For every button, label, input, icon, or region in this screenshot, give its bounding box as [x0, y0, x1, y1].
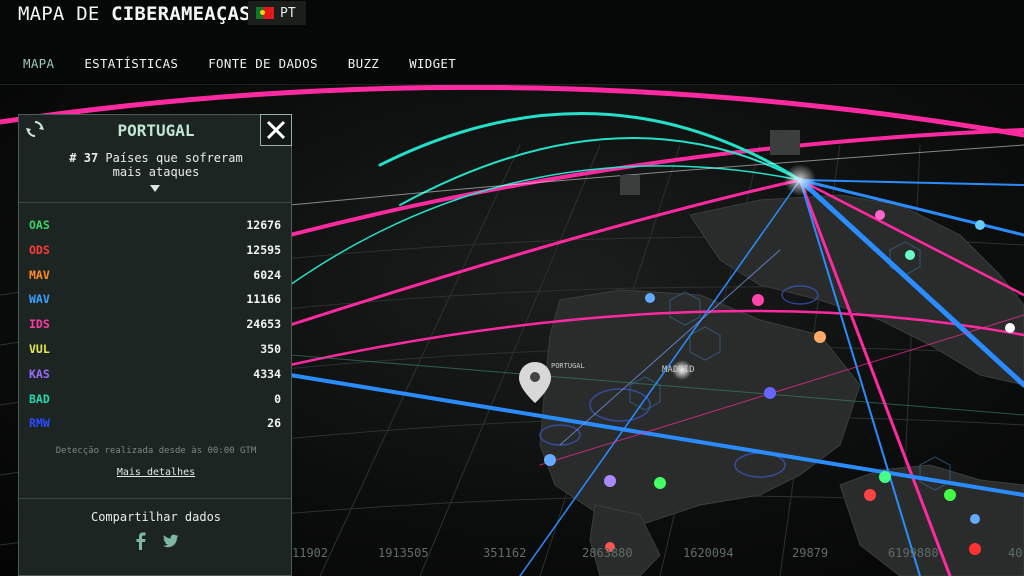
country-info-panel: PORTUGAL # 37 Países que sofreram mais a… — [18, 114, 292, 576]
stat-row-ods[interactable]: ODS 12595 — [29, 243, 281, 268]
detection-note: Detecção realizada desde às 00:00 GTM — [55, 446, 257, 456]
main-nav: MAPA ESTATÍSTICAS FONTE DE DADOS BUZZ WI… — [0, 42, 1024, 85]
nav-item-fonte-de-dados[interactable]: FONTE DE DADOS — [208, 56, 318, 71]
stat-value: 12595 — [246, 242, 281, 257]
ticker-number: 40 — [1008, 546, 1023, 560]
ticker-number: 351162 — [483, 546, 527, 560]
stat-value: 26 — [267, 416, 281, 431]
language-selector[interactable]: PT — [248, 1, 306, 25]
ticker-number: 2863880 — [582, 546, 633, 560]
ticker-number: 29879 — [792, 546, 829, 560]
stat-label: VUL — [29, 341, 50, 356]
top-bar: MAPA DE CIBERAMEAÇAS PT — [0, 0, 1024, 43]
twitter-icon[interactable] — [163, 532, 179, 550]
stat-label: KAS — [29, 366, 50, 381]
close-icon — [266, 120, 286, 140]
stat-value: 350 — [260, 341, 281, 356]
stat-label: WAV — [29, 292, 50, 307]
title-prefix: MAPA DE — [18, 3, 112, 25]
stat-row-oas[interactable]: OAS 12676 — [29, 218, 281, 243]
rank-text: Países que sofreram mais ataques — [105, 151, 243, 179]
ticker-number: 6199880 — [888, 546, 939, 560]
ticker-number: 1913505 — [378, 546, 429, 560]
attack-stats-list: OAS 12676 ODS 12595 MAV 6024 WAV 11166 I… — [29, 218, 281, 441]
stat-label: OAS — [29, 218, 50, 232]
nav-item-buzz[interactable]: BUZZ — [348, 56, 379, 71]
stat-row-ids[interactable]: IDS 24653 — [29, 317, 281, 342]
close-button[interactable] — [260, 114, 292, 146]
facebook-icon[interactable] — [133, 532, 149, 550]
ticker-number: 1620094 — [683, 546, 734, 560]
stat-value: 11166 — [246, 292, 281, 307]
stat-value: 4334 — [253, 366, 281, 381]
share-title: Compartilhar dados — [90, 510, 222, 524]
map-label-madrid: MADRID — [662, 365, 695, 375]
app-title: MAPA DE CIBERAMEAÇAS — [18, 3, 251, 25]
stat-value: 6024 — [253, 267, 281, 282]
stat-row-bad[interactable]: BAD 0 — [29, 392, 281, 417]
nav-item-mapa[interactable]: MAPA — [23, 56, 54, 71]
stat-row-kas[interactable]: KAS 4334 — [29, 367, 281, 392]
stat-value: 0 — [274, 391, 281, 406]
ticker-number: 11902 — [292, 546, 329, 560]
map-label-portugal: PORTUGAL — [551, 362, 585, 370]
stat-label: ODS — [29, 242, 50, 257]
more-details-link[interactable]: Mais detalhes — [19, 467, 293, 478]
divider — [19, 498, 291, 499]
stat-label: BAD — [29, 391, 50, 406]
stat-row-mav[interactable]: MAV 6024 — [29, 268, 281, 293]
title-bold: CIBERAMEAÇAS — [111, 3, 251, 25]
stat-label: MAV — [29, 267, 50, 282]
stat-value: 24653 — [246, 317, 281, 332]
divider — [19, 202, 291, 203]
social-share — [19, 532, 293, 550]
stat-row-wav[interactable]: WAV 11166 — [29, 292, 281, 317]
stat-value: 12676 — [246, 218, 281, 232]
stat-row-vul[interactable]: VUL 350 — [29, 342, 281, 367]
stat-row-rmw[interactable]: RMW 26 — [29, 416, 281, 441]
language-code: PT — [280, 5, 296, 21]
expand-caret-icon[interactable] — [150, 185, 160, 192]
country-rank: # 37 Países que sofreram mais ataques — [59, 151, 253, 179]
portugal-flag-icon — [256, 7, 274, 19]
nav-item-widget[interactable]: WIDGET — [409, 56, 456, 71]
stat-label: IDS — [29, 317, 50, 332]
nav-item-estatisticas[interactable]: ESTATÍSTICAS — [84, 56, 178, 71]
rank-number: # 37 — [69, 151, 99, 165]
stat-label: RMW — [29, 416, 50, 431]
country-name: PORTUGAL — [117, 121, 195, 140]
attack-counter-ticker: 11902 1913505 351162 2863880 1620094 298… — [292, 546, 1024, 560]
